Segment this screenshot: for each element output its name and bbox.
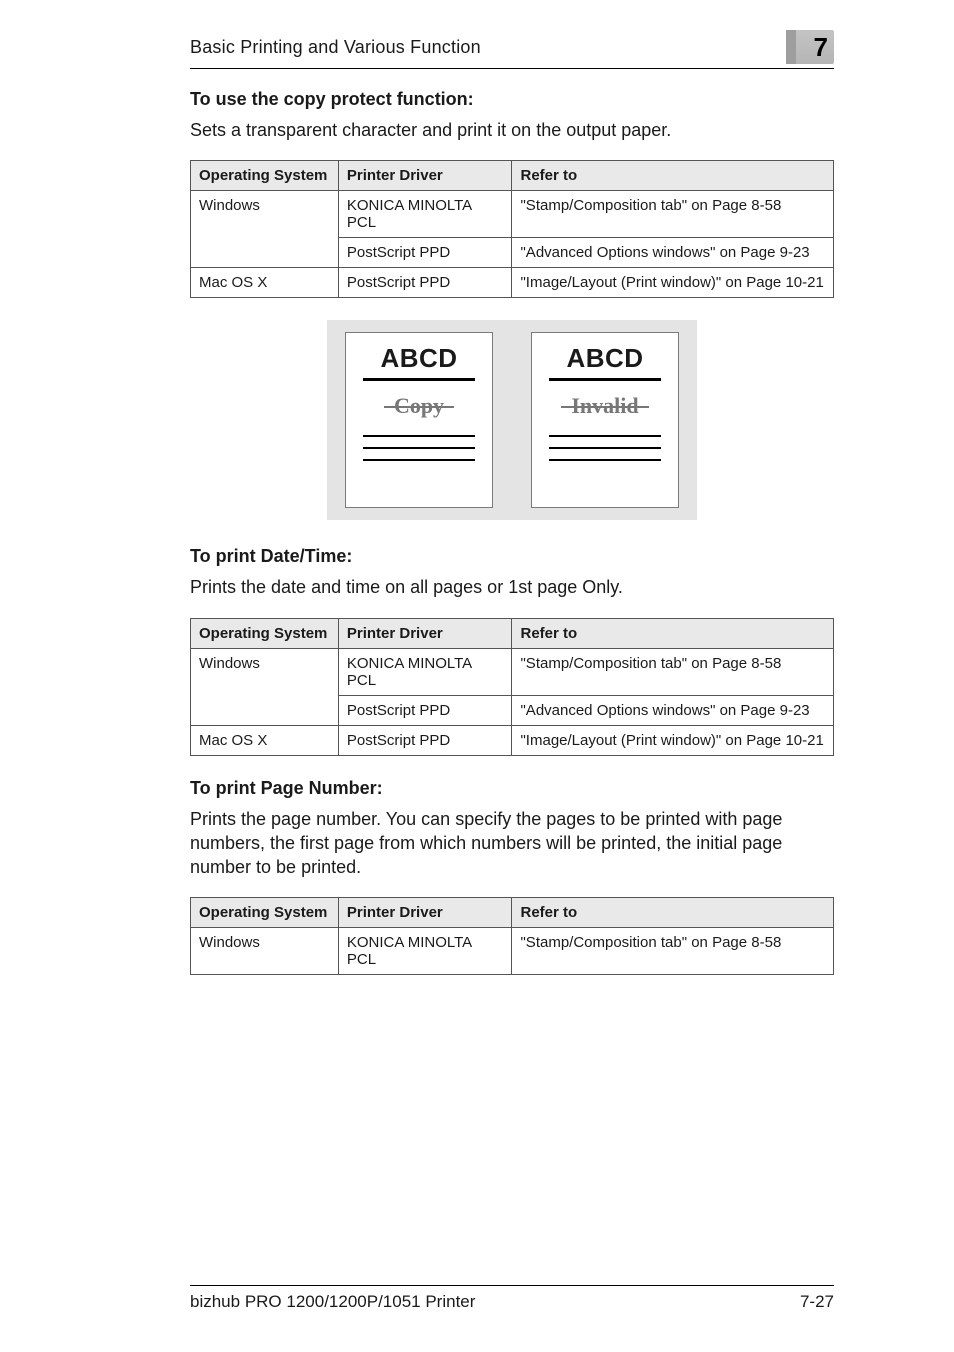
section-body-date-time: Prints the date and time on all pages or…	[190, 575, 834, 599]
running-head: Basic Printing and Various Function	[190, 37, 481, 58]
cell-driver: KONICA MINOLTA PCL	[338, 648, 512, 695]
cell-driver: PostScript PPD	[338, 268, 512, 298]
table-page-number: Operating System Printer Driver Refer to…	[190, 897, 834, 975]
body-line	[363, 435, 475, 437]
table-row: Windows KONICA MINOLTA PCL "Stamp/Compos…	[191, 648, 834, 695]
th-ref: Refer to	[512, 161, 834, 191]
table-row: Mac OS X PostScript PPD "Image/Layout (P…	[191, 268, 834, 298]
sample-title: ABCD	[566, 343, 643, 374]
strike-through-icon	[384, 406, 454, 408]
page: Basic Printing and Various Function 7 To…	[0, 0, 954, 1352]
th-os: Operating System	[191, 161, 339, 191]
th-ref: Refer to	[512, 618, 834, 648]
sample-title: ABCD	[380, 343, 457, 374]
chapter-number: 7	[814, 32, 828, 63]
body-line	[363, 459, 475, 461]
cell-ref: "Advanced Options windows" on Page 9-23	[512, 695, 834, 725]
section-title-page-number: To print Page Number:	[190, 778, 834, 799]
body-line	[549, 459, 661, 461]
cell-os: Windows	[191, 928, 339, 975]
table-row: Mac OS X PostScript PPD "Image/Layout (P…	[191, 725, 834, 755]
section-body-copy-protect: Sets a transparent character and print i…	[190, 118, 834, 142]
section-title-copy-protect: To use the copy protect function:	[190, 89, 834, 110]
section-title-date-time: To print Date/Time:	[190, 546, 834, 567]
watermark-invalid: Invalid	[571, 393, 638, 419]
table-row: Windows KONICA MINOLTA PCL "Stamp/Compos…	[191, 191, 834, 238]
cell-ref: "Stamp/Composition tab" on Page 8-58	[512, 191, 834, 238]
page-header: Basic Printing and Various Function 7	[190, 30, 834, 69]
sample-paper-copy: ABCD Copy	[345, 332, 493, 508]
table-header-row: Operating System Printer Driver Refer to	[191, 161, 834, 191]
cell-driver: PostScript PPD	[338, 238, 512, 268]
table-date-time: Operating System Printer Driver Refer to…	[190, 618, 834, 756]
table-copy-protect: Operating System Printer Driver Refer to…	[190, 160, 834, 298]
cell-os: Windows	[191, 191, 339, 268]
strike-through-icon	[561, 406, 648, 408]
th-os: Operating System	[191, 898, 339, 928]
body-line	[549, 435, 661, 437]
th-os: Operating System	[191, 618, 339, 648]
cell-driver: KONICA MINOLTA PCL	[338, 928, 512, 975]
cell-driver: KONICA MINOLTA PCL	[338, 191, 512, 238]
th-driver: Printer Driver	[338, 898, 512, 928]
sample-paper-invalid: ABCD Invalid	[531, 332, 679, 508]
section-body-page-number: Prints the page number. You can specify …	[190, 807, 834, 880]
th-ref: Refer to	[512, 898, 834, 928]
chapter-badge: 7	[786, 30, 834, 64]
cell-driver: PostScript PPD	[338, 725, 512, 755]
heading-underline	[363, 378, 475, 381]
th-driver: Printer Driver	[338, 161, 512, 191]
cell-os: Windows	[191, 648, 339, 725]
illustration-wrap: ABCD Copy ABCD Invalid	[190, 320, 834, 520]
cell-ref: "Stamp/Composition tab" on Page 8-58	[512, 648, 834, 695]
cell-ref: "Advanced Options windows" on Page 9-23	[512, 238, 834, 268]
watermark-copy: Copy	[394, 393, 444, 419]
table-header-row: Operating System Printer Driver Refer to	[191, 618, 834, 648]
cell-os: Mac OS X	[191, 725, 339, 755]
th-driver: Printer Driver	[338, 618, 512, 648]
cell-ref: "Image/Layout (Print window)" on Page 10…	[512, 268, 834, 298]
footer-product: bizhub PRO 1200/1200P/1051 Printer	[190, 1292, 475, 1312]
cell-ref: "Stamp/Composition tab" on Page 8-58	[512, 928, 834, 975]
illustration: ABCD Copy ABCD Invalid	[327, 320, 697, 520]
cell-driver: PostScript PPD	[338, 695, 512, 725]
heading-underline	[549, 378, 661, 381]
footer-page-number: 7-27	[800, 1292, 834, 1312]
table-row: Windows KONICA MINOLTA PCL "Stamp/Compos…	[191, 928, 834, 975]
body-line	[549, 447, 661, 449]
cell-os: Mac OS X	[191, 268, 339, 298]
table-header-row: Operating System Printer Driver Refer to	[191, 898, 834, 928]
body-line	[363, 447, 475, 449]
page-footer: bizhub PRO 1200/1200P/1051 Printer 7-27	[190, 1285, 834, 1312]
cell-ref: "Image/Layout (Print window)" on Page 10…	[512, 725, 834, 755]
